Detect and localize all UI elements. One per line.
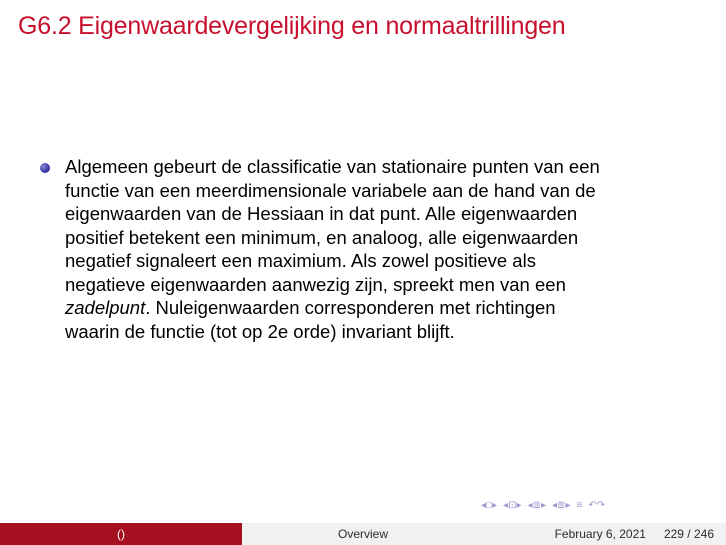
footer-date: February 6, 2021	[554, 527, 646, 541]
slide-header: G6.2 Eigenwaardevergelijking en normaalt…	[0, 0, 726, 50]
nav-slide-icon[interactable]: ≡	[576, 501, 582, 511]
text-line: waarin de functie (tot op 2e orde) invar…	[65, 320, 455, 342]
footer-author: ()	[0, 523, 242, 545]
footer-info: February 6, 2021 229 / 246	[484, 523, 726, 545]
text-line: zadelpunt. Nuleigenwaarden correspondere…	[65, 296, 705, 320]
bullet-icon	[40, 163, 50, 173]
nav-first-icon[interactable]: ◂□▸	[481, 501, 497, 511]
beamer-navigation: ◂□▸ ◂⊡▸ ◂≣▸ ◂≣▸ ≡ ↶↷	[481, 499, 605, 513]
nav-frame-icon[interactable]: ◂⊡▸	[503, 501, 521, 511]
slide-content: Algemeen gebeurt de classificatie van st…	[40, 155, 710, 343]
text-line: negatief signaleert een maximium. Als zo…	[65, 250, 536, 271]
footer-page-number: 229 / 246	[663, 527, 714, 541]
slide-footer: () Overview February 6, 2021 229 / 246	[0, 523, 726, 545]
text-line: functie van een meerdimensionale variabe…	[65, 179, 596, 201]
text-segment: . Nuleigenwaarden corresponderen met ric…	[145, 297, 556, 318]
nav-section-icon[interactable]: ◂≣▸	[552, 501, 570, 511]
text-line: negatieve eigenwaarden aanwezig zijn, sp…	[65, 273, 566, 295]
nav-find-icon[interactable]: ↶↷	[588, 501, 605, 511]
bullet-text: Algemeen gebeurt de classificatie van st…	[65, 155, 705, 343]
slide-title: G6.2 Eigenwaardevergelijking en normaalt…	[18, 12, 566, 40]
footer-section: Overview	[242, 523, 484, 545]
text-line: Algemeen gebeurt de classificatie van st…	[65, 156, 600, 177]
text-line: eigenwaarden van de Hessiaan in dat punt…	[65, 203, 578, 224]
italic-term: zadelpunt	[65, 297, 146, 318]
nav-subsection-icon[interactable]: ◂≣▸	[528, 501, 546, 511]
bullet-item: Algemeen gebeurt de classificatie van st…	[40, 155, 710, 343]
text-line: positief betekent een minimum, en analoo…	[65, 226, 579, 248]
